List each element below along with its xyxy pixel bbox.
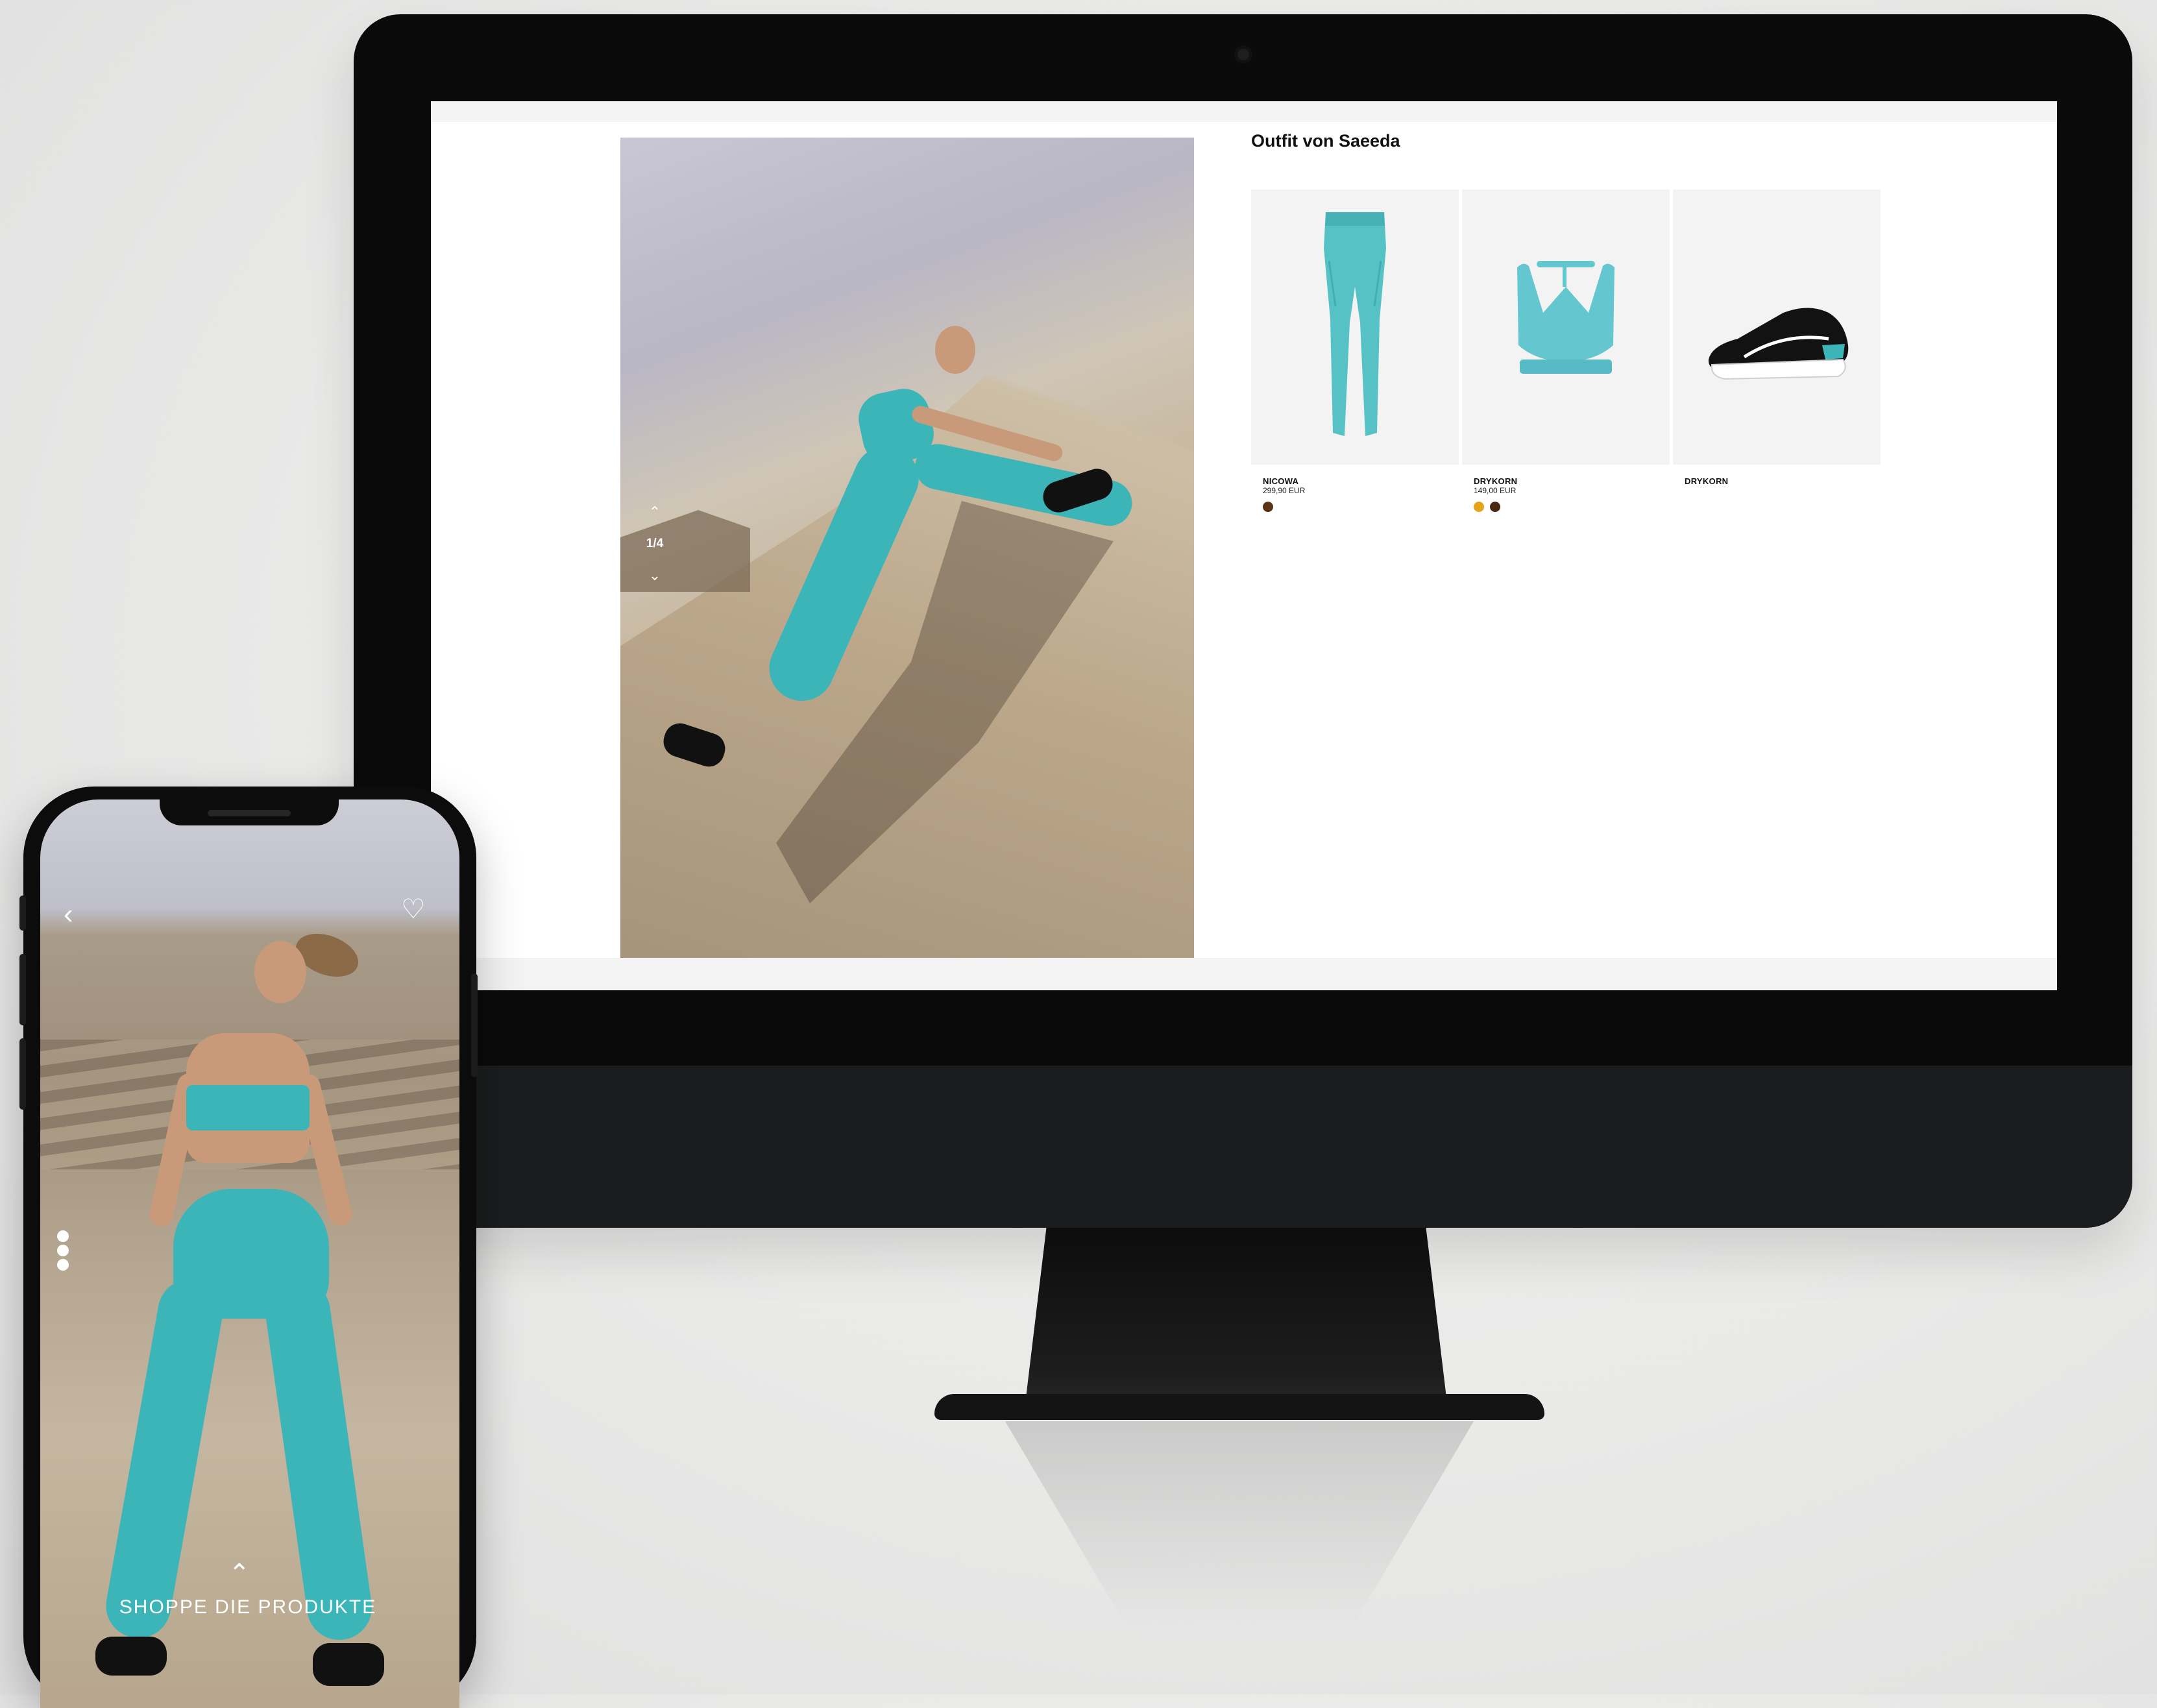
color-swatches: [1474, 502, 1517, 515]
phone-side-button: [19, 896, 26, 931]
model-head: [254, 941, 306, 1003]
product-brand: NICOWA: [1263, 476, 1299, 486]
pager-count: 1/4: [646, 537, 664, 550]
desktop-screen: ⌃ 1/4 ⌄ Outfit von Saeeda NICOWA 299,90 …: [431, 101, 2057, 990]
product-info: NICOWA 299,90 EUR: [1263, 476, 1305, 515]
phone-speaker: [208, 810, 291, 816]
model-leg: [101, 1274, 228, 1644]
sports-bra-image: [1517, 261, 1615, 374]
product-info: DRYKORN 149,00 EUR: [1474, 476, 1517, 515]
color-swatch[interactable]: [1490, 502, 1501, 512]
chevron-down-icon[interactable]: ⌄: [637, 568, 672, 583]
bottom-bar: [431, 958, 2057, 990]
model-hips: [173, 1189, 329, 1319]
product-card-sports-bra[interactable]: [1462, 189, 1670, 465]
product-brand: DRYKORN: [1685, 476, 1729, 486]
model-sports-bra: [186, 1085, 310, 1130]
phone-side-button: [19, 1038, 26, 1110]
product-brand: DRYKORN: [1474, 476, 1518, 486]
color-swatch[interactable]: [1263, 502, 1273, 512]
mobile-screen: ‹ ♡ ⌃ SHOPPE DIE PRODUKTE: [40, 799, 459, 1708]
product-card-sneaker[interactable]: [1673, 189, 1881, 465]
monitor-stand: [1025, 1228, 1447, 1403]
phone-notch: [160, 787, 339, 825]
phone-power-button: [471, 973, 478, 1077]
image-dots[interactable]: [57, 1228, 71, 1273]
product-price: 299,90 EUR: [1263, 486, 1306, 495]
color-swatch[interactable]: [1474, 502, 1484, 512]
outfit-title: Outfit von Saeeda: [1251, 131, 1400, 151]
product-info: DRYKORN: [1685, 476, 1728, 486]
shop-products-button[interactable]: SHOPPE DIE PRODUKTE: [40, 1596, 456, 1618]
hero-image[interactable]: ⌃ 1/4 ⌄: [620, 138, 1194, 958]
chevron-up-icon[interactable]: ⌃: [637, 504, 672, 520]
chevron-up-icon[interactable]: ⌃: [228, 1559, 250, 1589]
model-leg: [261, 1275, 376, 1644]
monitor-chin: [354, 1066, 2132, 1228]
product-card-leggings[interactable]: [1251, 189, 1459, 465]
color-swatches: [1263, 502, 1305, 515]
leggings-image: [1324, 212, 1386, 436]
phone-side-button: [19, 954, 26, 1025]
top-bar: [431, 101, 2057, 122]
sneaker-image: [1708, 308, 1849, 380]
model-head: [935, 326, 975, 374]
stand-reflection: [1005, 1421, 1474, 1629]
dot: [57, 1259, 69, 1271]
product-price: 149,00 EUR: [1474, 486, 1517, 495]
camera-icon: [1234, 45, 1252, 64]
model-shoe: [313, 1643, 384, 1686]
dot: [57, 1245, 69, 1256]
heart-icon[interactable]: ♡: [401, 893, 426, 925]
monitor-stand-base: [934, 1394, 1544, 1420]
model-shoe: [95, 1637, 167, 1676]
back-icon[interactable]: ‹: [64, 898, 73, 931]
dot: [57, 1230, 69, 1242]
image-pager: ⌃ 1/4 ⌄: [637, 504, 672, 589]
